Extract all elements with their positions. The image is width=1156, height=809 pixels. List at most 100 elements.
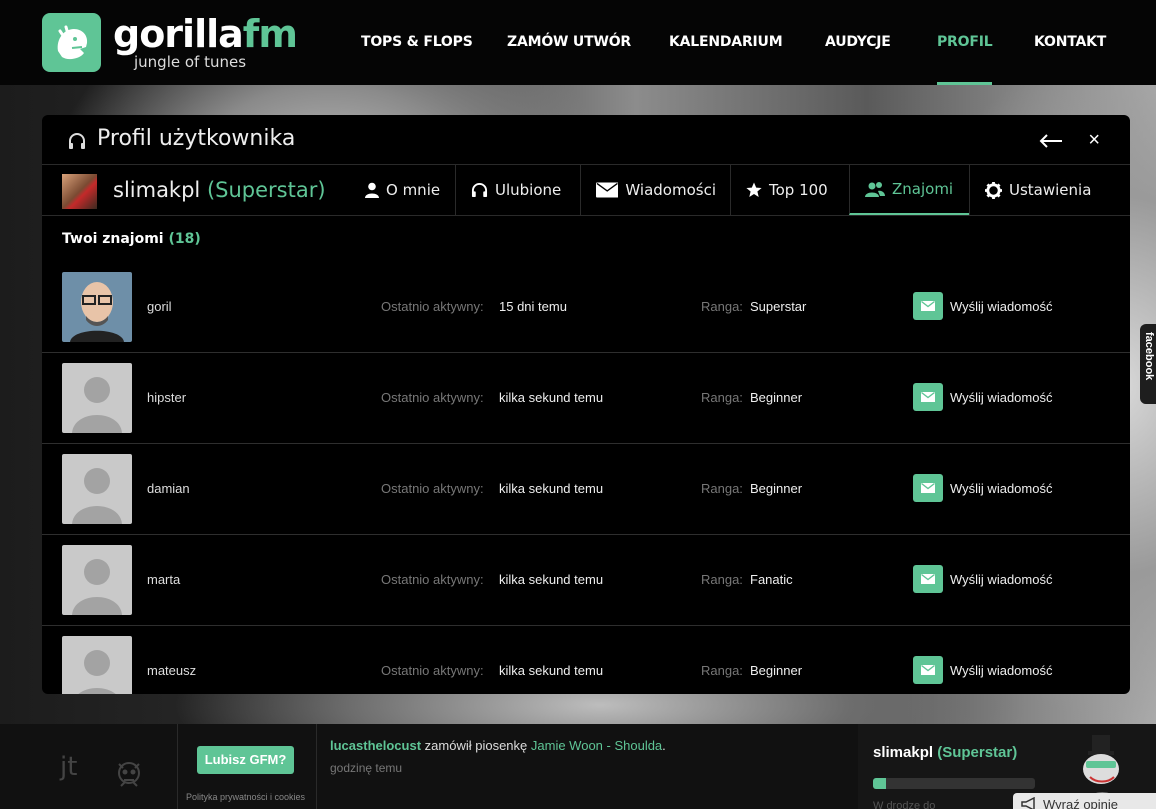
rank-label: Ranga: [701,663,743,678]
rank-label: Ranga: [701,390,743,405]
megaphone-icon [1021,797,1035,809]
footer-user-name[interactable]: slimakpl (Superstar) [873,744,1017,761]
rank-value: Beginner [750,390,803,405]
default-avatar-icon[interactable] [62,363,132,433]
send-message-label: Wyślij wiadomość [950,662,1053,678]
jt-logo[interactable]: jt [60,752,77,782]
friend-name[interactable]: mateusz [147,663,196,678]
envelope-icon [913,656,943,684]
default-avatar-icon[interactable] [62,454,132,524]
user-bar: slimakpl (Superstar) O mnie Ulubione Wia… [42,165,1130,216]
envelope-icon [596,182,619,198]
nav-kontakt[interactable]: KONTAKT [1034,0,1106,85]
divider [177,724,178,809]
envelope-icon [913,292,943,320]
profile-panel: Profil użytkownika × slimakpl (Superstar… [42,115,1130,694]
tab-label: Ulubione [495,181,562,199]
user-name: slimakpl (Superstar) [113,178,326,202]
last-active-label: Ostatnio aktywny: [381,572,484,587]
user-icon [365,182,379,198]
last-active-label: Ostatnio aktywny: [381,390,484,405]
default-avatar-icon[interactable] [62,636,132,694]
send-message-button[interactable]: Wyślij wiadomość [913,383,1052,411]
envelope-icon [913,565,943,593]
rank-label: Ranga: [701,299,743,314]
tab-ustawienia[interactable]: Ustawienia [969,165,1109,215]
nav-tops-flops[interactable]: TOPS & FLOPS [361,0,473,85]
tab-ulubione[interactable]: Ulubione [455,165,581,215]
rank-label: Ranga: [701,481,743,496]
nav-zamow-utwor[interactable]: ZAMÓW UTWÓR [507,0,631,85]
send-message-button[interactable]: Wyślij wiadomość [913,474,1052,502]
last-active-label: Ostatnio aktywny: [381,299,484,314]
facebook-side-tab[interactable]: facebook [1140,324,1156,404]
tab-label: Wiadomości [625,181,716,199]
feedback-button[interactable]: Wyraź opinię [1013,793,1156,809]
friend-avatar[interactable] [62,272,132,342]
nav-profil[interactable]: PROFIL [937,0,993,85]
send-message-button[interactable]: Wyślij wiadomość [913,292,1052,320]
tab-label: Znajomi [892,180,954,198]
tab-znajomi[interactable]: Znajomi [849,165,970,215]
friend-row: marta Ostatnio aktywny: kilka sekund tem… [42,535,1130,626]
facebook-label: facebook [1143,332,1155,381]
progress-caption: W drodze do [873,800,936,809]
close-icon[interactable]: × [1088,129,1100,152]
tab-label: Top 100 [769,181,828,199]
send-message-label: Wyślij wiadomość [950,480,1053,496]
gear-icon [985,181,1002,199]
like-gfm-button[interactable]: Lubisz GFM? [197,746,294,774]
activity-song[interactable]: Jamie Woon - Shoulda [531,738,662,753]
friends-list: goril Ostatnio aktywny: 15 dni temu Rang… [42,262,1130,694]
rank-progress-bar [873,778,1035,789]
friend-name[interactable]: damian [147,481,190,496]
last-active-value: kilka sekund temu [499,390,604,405]
friend-name[interactable]: hipster [147,390,186,405]
send-message-button[interactable]: Wyślij wiadomość [913,565,1052,593]
privacy-link[interactable]: Polityka prywatności i cookies [186,792,305,802]
star-icon [746,182,762,197]
last-active-label: Ostatnio aktywny: [381,481,484,496]
panel-title: Profil użytkownika [97,126,296,151]
friend-name[interactable]: goril [147,299,172,314]
friend-row: hipster Ostatnio aktywny: kilka sekund t… [42,353,1130,444]
progress-fill [873,778,886,789]
tab-label: Ustawienia [1009,181,1092,199]
headphones-icon [471,182,488,198]
tab-o-mnie[interactable]: O mnie [350,165,456,215]
send-message-label: Wyślij wiadomość [950,571,1053,587]
activity-user[interactable]: lucasthelocust [330,738,421,753]
top-navigation-bar: gorillafm jungle of tunes TOPS & FLOPS Z… [0,0,1156,85]
default-avatar-icon[interactable] [62,545,132,615]
nav-kalendarium[interactable]: KALENDARIUM [669,0,783,85]
activity-time: godzinę temu [330,761,403,775]
headphones-icon [69,133,85,149]
skull-logo-icon[interactable] [113,758,145,790]
friend-row: goril Ostatnio aktywny: 15 dni temu Rang… [42,262,1130,353]
nav-audycje[interactable]: AUDYCJE [825,0,891,85]
tab-wiadomosci[interactable]: Wiadomości [580,165,731,215]
friend-row: mateusz Ostatnio aktywny: kilka sekund t… [42,626,1130,694]
rank-value: Fanatic [750,572,793,587]
activity-feed-item: lucasthelocust zamówił piosenkę Jamie Wo… [330,738,666,753]
back-arrow-icon[interactable] [1038,131,1064,151]
friends-icon [865,182,885,197]
envelope-icon [913,383,943,411]
friends-section-title: Twoi znajomi (18) [62,231,201,247]
tab-label: O mnie [386,181,441,199]
brand-tagline: jungle of tunes [134,53,247,71]
rank-value: Beginner [750,481,803,496]
last-active-label: Ostatnio aktywny: [381,663,484,678]
rank-value: Superstar [750,299,807,314]
activity-end: . [662,738,666,753]
last-active-value: kilka sekund temu [499,572,604,587]
friend-name[interactable]: marta [147,572,180,587]
brand-name[interactable]: gorillafm [113,12,298,56]
send-message-label: Wyślij wiadomość [950,298,1053,314]
tab-top-100[interactable]: Top 100 [730,165,850,215]
gorilla-logo-icon[interactable] [42,13,101,72]
envelope-icon [913,474,943,502]
last-active-value: kilka sekund temu [499,481,604,496]
send-message-button[interactable]: Wyślij wiadomość [913,656,1052,684]
activity-text: zamówił piosenkę [424,738,528,753]
